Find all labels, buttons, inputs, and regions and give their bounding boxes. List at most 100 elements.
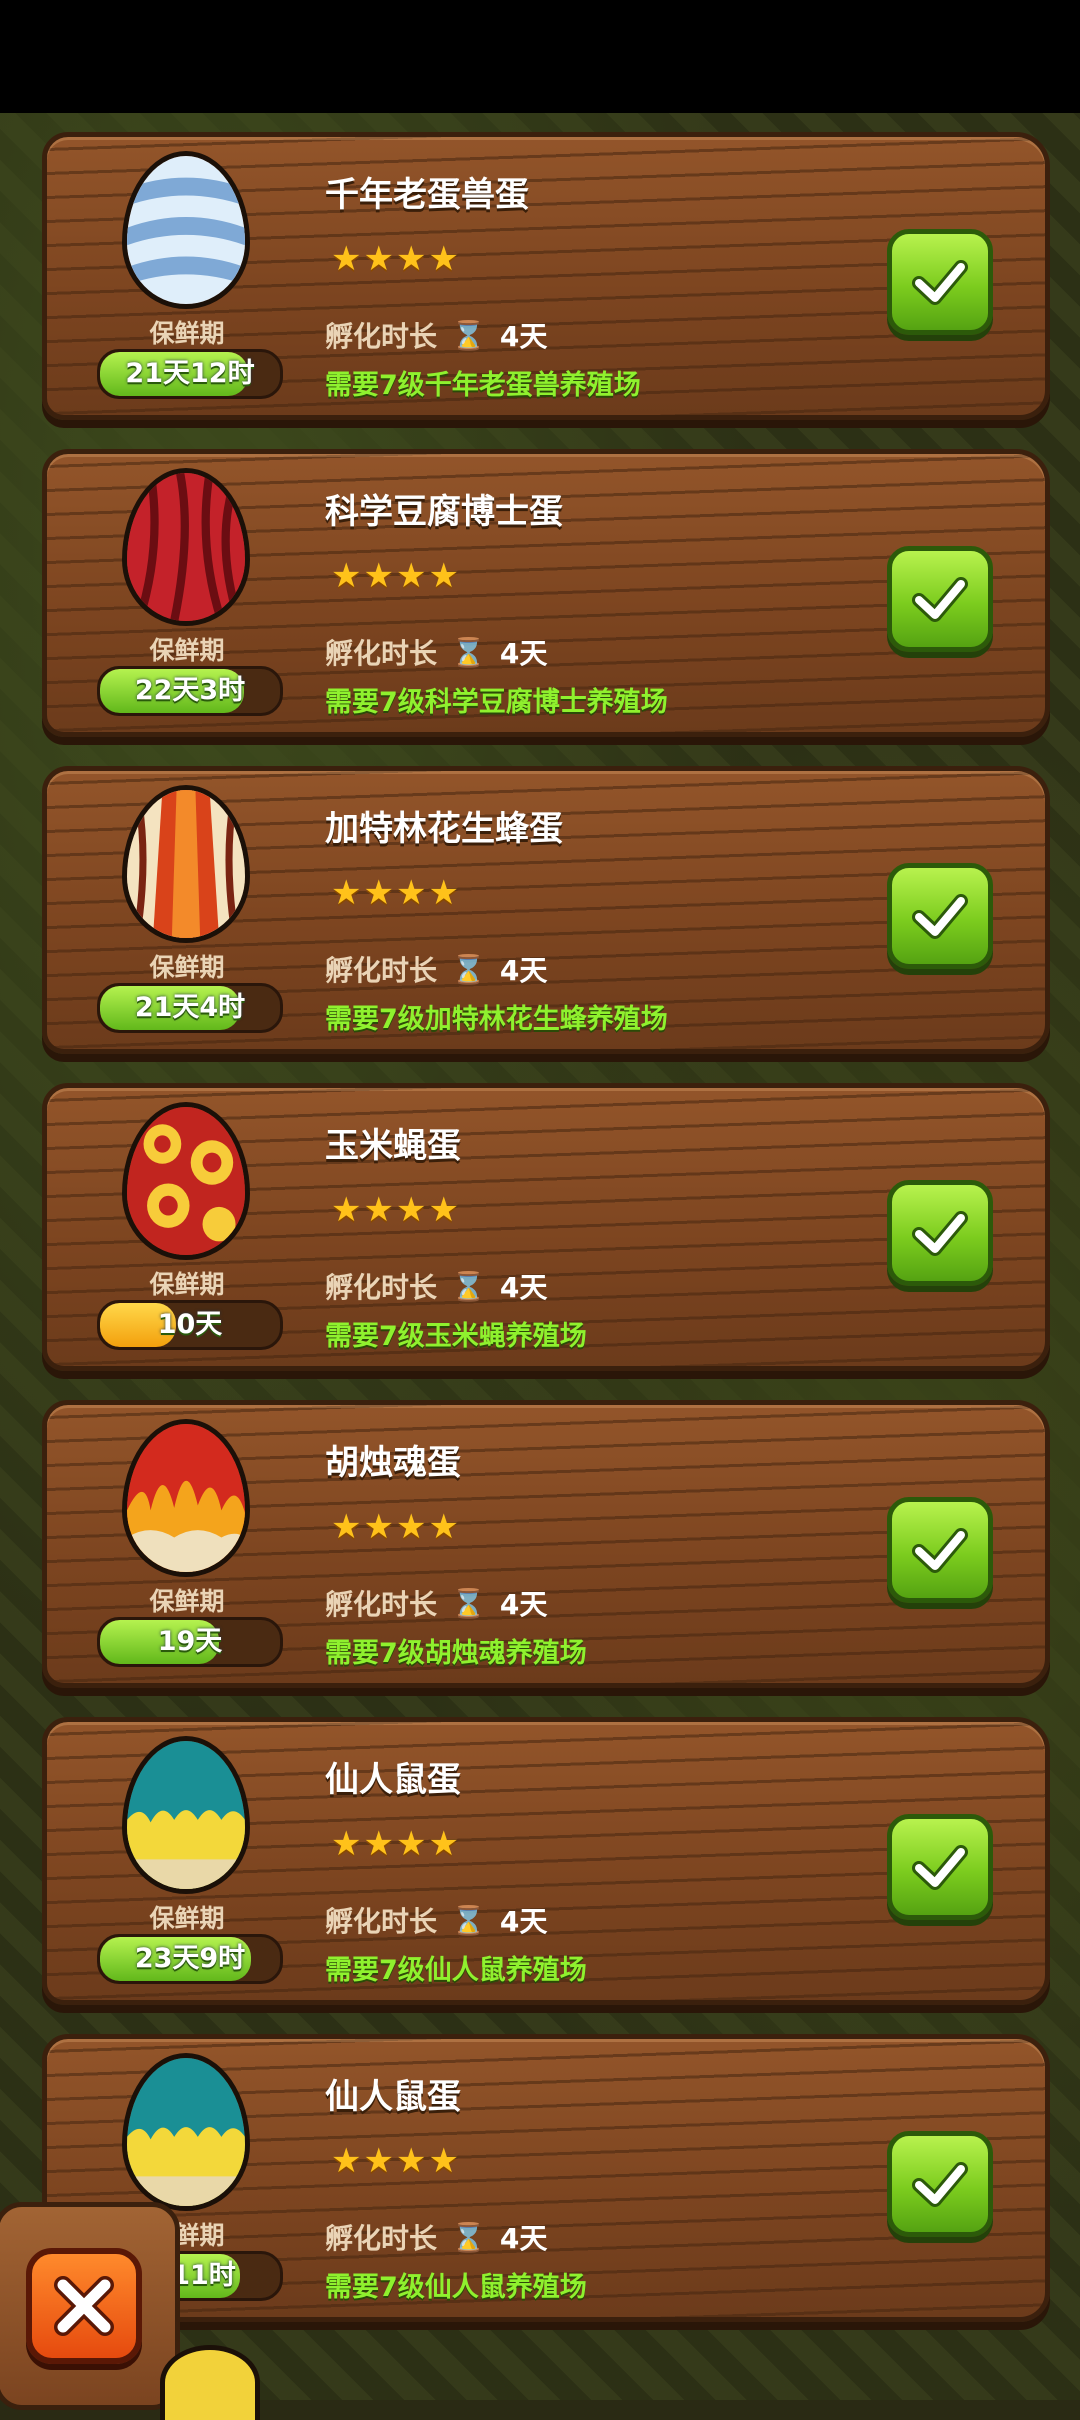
- select-egg-button[interactable]: [887, 1814, 993, 1920]
- egg-image: [122, 468, 250, 626]
- select-egg-button[interactable]: [887, 1497, 993, 1603]
- freshness-label: 保鲜期: [149, 953, 225, 982]
- close-icon: [54, 2276, 114, 2336]
- hatch-label: 孵化时长: [325, 1588, 438, 1621]
- requirement-text: 需要7级仙人鼠养殖场: [325, 2272, 587, 2303]
- hatch-label: 孵化时长: [325, 1905, 438, 1938]
- star-icon: ★: [428, 556, 459, 596]
- egg-image: [122, 2053, 250, 2211]
- freshness-label: 保鲜期: [149, 1587, 225, 1616]
- hatch-label: 孵化时长: [325, 320, 438, 353]
- status-bar: [0, 0, 1080, 113]
- freshness-value: 19天: [157, 1626, 223, 1657]
- hatch-label: 孵化时长: [325, 954, 438, 987]
- star-rating: ★ ★ ★ ★: [331, 876, 459, 910]
- star-rating: ★ ★ ★ ★: [331, 2144, 459, 2178]
- egg-image: [122, 785, 250, 943]
- star-icon: ★: [331, 873, 362, 913]
- egg-name: 玉米蝇蛋: [325, 1126, 461, 1166]
- hatch-duration: 孵化时长 ⌛ 4天: [325, 1900, 547, 1940]
- star-rating: ★ ★ ★ ★: [331, 559, 459, 593]
- hatch-value: 4天: [499, 954, 548, 987]
- star-icon: ★: [331, 1824, 362, 1864]
- checkmark-icon: [912, 1211, 968, 1256]
- star-icon: ★: [428, 239, 459, 279]
- requirement-text: 需要7级玉米蝇养殖场: [325, 1321, 587, 1352]
- hatch-value: 4天: [499, 1905, 548, 1938]
- star-icon: ★: [331, 1190, 362, 1230]
- star-icon: ★: [363, 873, 394, 913]
- requirement-text: 需要7级加特林花生蜂养殖场: [325, 1004, 668, 1035]
- egg-card: 保鲜期 10天 玉米蝇蛋 ★ ★ ★ ★ 孵化时长 ⌛ 4天 需要7级玉米蝇养殖场: [42, 1083, 1050, 1371]
- egg-name: 胡烛魂蛋: [325, 1443, 461, 1483]
- star-icon: ★: [363, 1190, 394, 1230]
- select-egg-button[interactable]: [887, 1180, 993, 1286]
- egg-card: 保鲜期 22天3时 科学豆腐博士蛋 ★ ★ ★ ★ 孵化时长 ⌛ 4天 需要7级科学豆腐博士养殖场: [42, 449, 1050, 737]
- requirement-text: 需要7级千年老蛋兽养殖场: [325, 370, 641, 401]
- egg-image: [122, 1419, 250, 1577]
- hourglass-icon: ⌛: [451, 1903, 486, 1937]
- freshness-value: 10天: [157, 1309, 223, 1340]
- hatch-label: 孵化时长: [325, 637, 438, 670]
- star-icon: ★: [428, 1507, 459, 1547]
- hatch-value: 4天: [499, 1271, 548, 1304]
- hatch-duration: 孵化时长 ⌛ 4天: [325, 1266, 547, 1306]
- checkmark-icon: [912, 260, 968, 305]
- egg-card: 保鲜期 19天 胡烛魂蛋 ★ ★ ★ ★ 孵化时长 ⌛ 4天 需要7级胡烛魂养殖场: [42, 1400, 1050, 1688]
- star-icon: ★: [395, 1190, 427, 1230]
- star-icon: ★: [331, 239, 362, 279]
- egg-image: [122, 1736, 250, 1894]
- hatch-value: 4天: [499, 1588, 548, 1621]
- star-icon: ★: [395, 1824, 427, 1864]
- star-rating: ★ ★ ★ ★: [331, 1827, 459, 1861]
- egg-name: 加特林花生蜂蛋: [325, 809, 563, 849]
- star-icon: ★: [395, 873, 427, 913]
- freshness-bar: 10天: [97, 1300, 283, 1350]
- close-button[interactable]: [26, 2248, 142, 2364]
- star-icon: ★: [363, 1824, 394, 1864]
- egg-image: [122, 1102, 250, 1260]
- freshness-label: 保鲜期: [149, 636, 225, 665]
- hatch-label: 孵化时长: [325, 2222, 438, 2255]
- freshness-label: 保鲜期: [149, 1904, 225, 1933]
- freshness-value: 22天3时: [134, 675, 246, 706]
- star-icon: ★: [331, 2141, 362, 2181]
- egg-card: 保鲜期 21天4时 加特林花生蜂蛋 ★ ★ ★ ★ 孵化时长 ⌛ 4天 需要7级加特林花生蜂养殖场: [42, 766, 1050, 1054]
- freshness-value: 23天9时: [134, 1943, 246, 1974]
- star-icon: ★: [428, 1824, 459, 1864]
- checkmark-icon: [912, 1528, 968, 1573]
- star-rating: ★ ★ ★ ★: [331, 242, 459, 276]
- freshness-value: 21天4时: [134, 992, 246, 1023]
- hatch-value: 4天: [499, 637, 548, 670]
- hatch-duration: 孵化时长 ⌛ 4天: [325, 949, 547, 989]
- hatch-label: 孵化时长: [325, 1271, 438, 1304]
- checkmark-icon: [912, 894, 968, 939]
- checkmark-icon: [912, 2162, 968, 2207]
- star-icon: ★: [331, 556, 362, 596]
- star-rating: ★ ★ ★ ★: [331, 1510, 459, 1544]
- checkmark-icon: [912, 1845, 968, 1890]
- freshness-bar: 21天12时: [97, 349, 283, 399]
- freshness-label: 保鲜期: [149, 1270, 225, 1299]
- star-icon: ★: [428, 1190, 459, 1230]
- select-egg-button[interactable]: [887, 229, 993, 335]
- star-icon: ★: [395, 1507, 427, 1547]
- freshness-label: 保鲜期: [149, 319, 225, 348]
- egg-card: 保鲜期 23天9时 仙人鼠蛋 ★ ★ ★ ★ 孵化时长 ⌛ 4天 需要7级仙人鼠养殖场: [42, 1717, 1050, 2005]
- star-icon: ★: [363, 556, 394, 596]
- hourglass-icon: ⌛: [451, 2220, 486, 2254]
- star-icon: ★: [428, 2141, 459, 2181]
- star-icon: ★: [428, 873, 459, 913]
- select-egg-button[interactable]: [887, 2131, 993, 2237]
- requirement-text: 需要7级科学豆腐博士养殖场: [325, 687, 668, 718]
- hourglass-icon: ⌛: [451, 1269, 486, 1303]
- select-egg-button[interactable]: [887, 546, 993, 652]
- egg-image-partial: [160, 2345, 260, 2420]
- select-egg-button[interactable]: [887, 863, 993, 969]
- egg-image: [122, 151, 250, 309]
- star-icon: ★: [363, 239, 394, 279]
- star-icon: ★: [363, 1507, 394, 1547]
- hatch-value: 4天: [499, 320, 548, 353]
- hourglass-icon: ⌛: [451, 952, 486, 986]
- hourglass-icon: ⌛: [451, 318, 486, 352]
